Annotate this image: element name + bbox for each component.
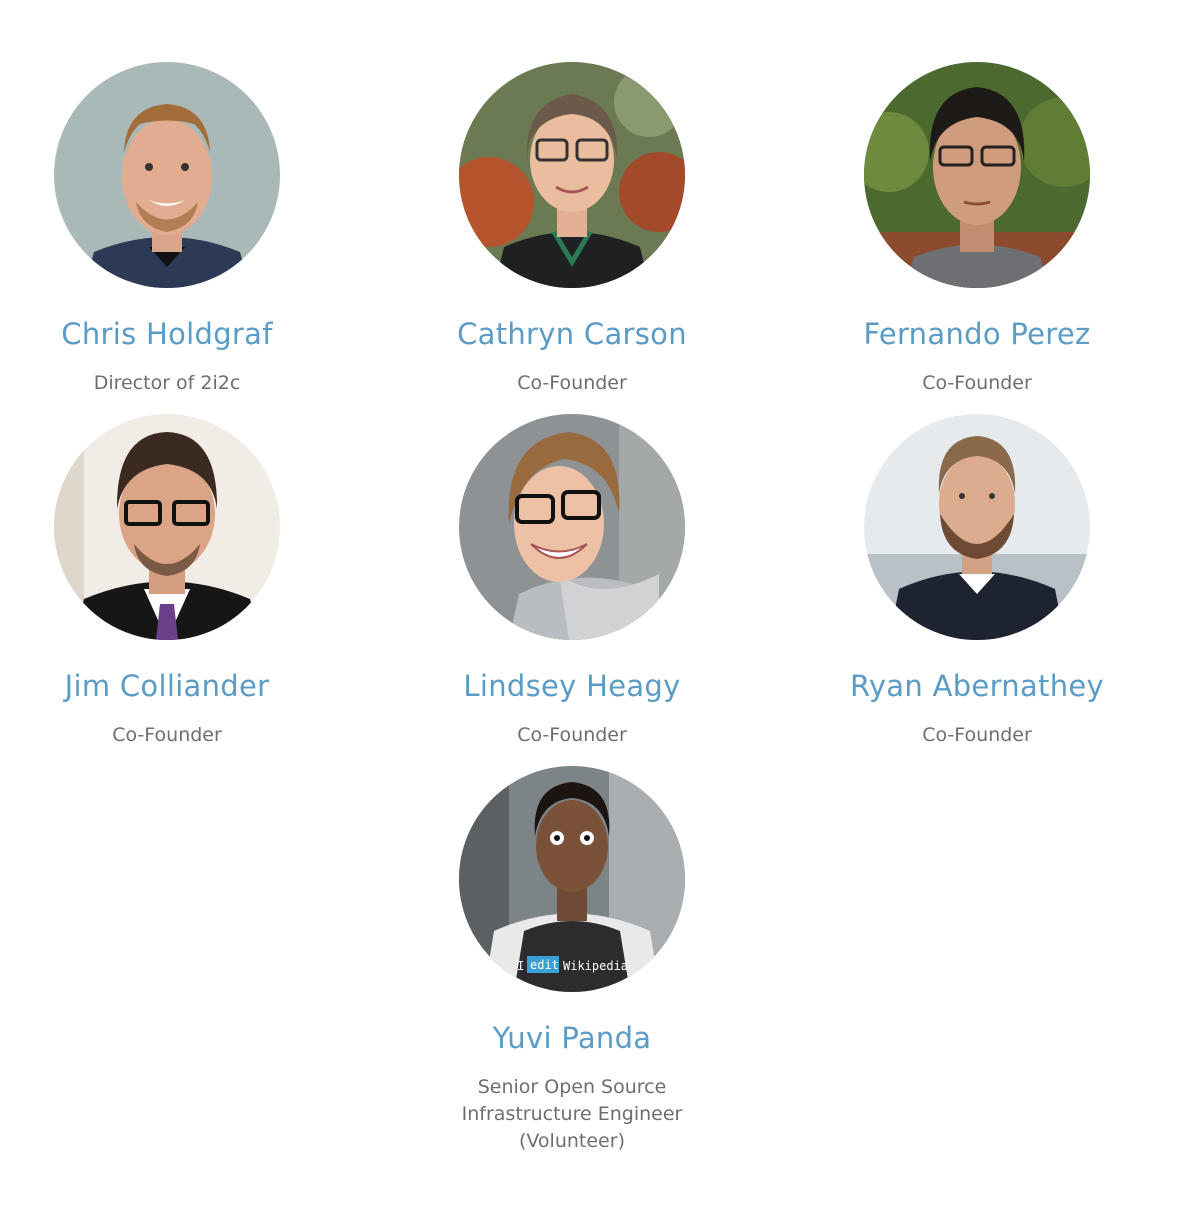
shirt-text: Wikipedia (563, 959, 628, 973)
portrait-image (459, 62, 685, 288)
member-name[interactable]: Yuvi Panda (412, 1020, 732, 1056)
member-photo[interactable] (54, 62, 280, 288)
member-name[interactable]: Ryan Abernathey (817, 668, 1137, 704)
member-role: Director of 2i2c (93, 372, 241, 394)
member-name[interactable]: Cathryn Carson (412, 316, 732, 352)
member-photo[interactable] (459, 414, 685, 640)
shirt-text: I (517, 959, 524, 973)
member-role: Co-Founder (517, 724, 627, 746)
member-name[interactable]: Chris Holdgraf (7, 316, 327, 352)
member-role: Co-Founder (922, 724, 1032, 746)
member-role: Co-Founder (112, 724, 222, 746)
portrait-image (864, 414, 1090, 640)
member-photo[interactable] (864, 62, 1090, 288)
member-name[interactable]: Jim Colliander (7, 668, 327, 704)
member-name[interactable]: Lindsey Heagy (412, 668, 732, 704)
member-role: Co-Founder (922, 372, 1032, 394)
portrait-image (54, 62, 280, 288)
member-photo[interactable] (459, 62, 685, 288)
member-photo[interactable]: I edit Wikipedia (459, 766, 685, 992)
portrait-image (54, 414, 280, 640)
shirt-text: edit (530, 958, 559, 972)
portrait-image: I edit Wikipedia (459, 766, 685, 992)
member-role: Senior Open Source Infrastructure Engine… (461, 1076, 683, 1152)
portrait-image (459, 414, 685, 640)
member-photo[interactable] (864, 414, 1090, 640)
portrait-image (864, 62, 1090, 288)
member-photo[interactable] (54, 414, 280, 640)
member-name[interactable]: Fernando Perez (817, 316, 1137, 352)
member-role: Co-Founder (517, 372, 627, 394)
